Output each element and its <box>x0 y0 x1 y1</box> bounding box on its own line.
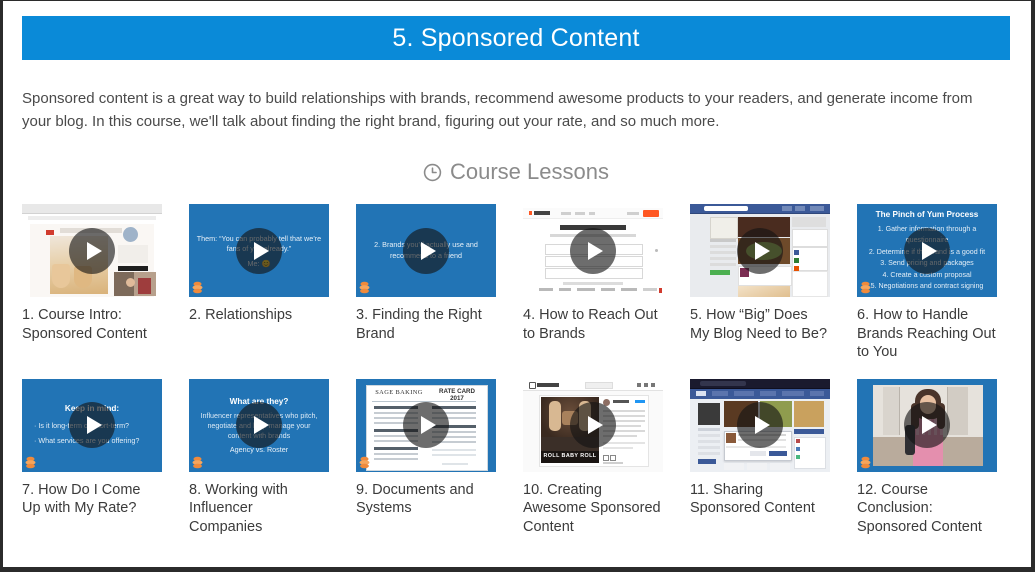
brand-watermark-icon <box>192 281 203 294</box>
play-button[interactable] <box>570 227 616 274</box>
lesson-thumbnail[interactable]: SAGE BAKING RATE CARD 2017 <box>356 378 496 472</box>
lesson-grid: 1. Course Intro: Sponsored Content Them:… <box>22 204 1010 536</box>
page-content: 5. Sponsored Content Sponsored content i… <box>22 16 1010 536</box>
lesson-card[interactable]: What are they? Influencer representative… <box>189 378 329 537</box>
play-triangle-icon <box>588 416 603 434</box>
lesson-title: 8. Working with Influencer Companies <box>189 481 288 535</box>
lesson-thumbnail[interactable] <box>523 204 663 297</box>
lesson-card[interactable]: 1. Course Intro: Sponsored Content <box>22 204 162 362</box>
course-lessons-heading: Course Lessons <box>22 161 1010 183</box>
lesson-title: 3. Finding the Right Brand <box>356 307 482 342</box>
play-button[interactable] <box>403 227 449 274</box>
course-page: 5. Sponsored Content Sponsored content i… <box>0 0 1035 572</box>
lesson-card[interactable]: Keep in mind: · Is it long-term or short… <box>22 378 162 537</box>
lesson-card[interactable]: 2. Brands you'd actually use and recomme… <box>356 204 496 362</box>
lesson-title: 1. Course Intro: Sponsored Content <box>22 307 147 342</box>
play-triangle-icon <box>755 416 770 434</box>
brand-watermark-icon <box>359 281 370 294</box>
lesson-title: 11. Sharing Sponsored Content <box>690 481 815 517</box>
brand-watermark-icon <box>860 281 871 294</box>
lesson-thumbnail[interactable] <box>690 204 830 297</box>
lesson-title: 2. Relationships <box>189 307 293 323</box>
lesson-title: 6. How to Handle Brands Reaching Out to … <box>857 307 996 360</box>
play-button[interactable] <box>737 402 783 448</box>
lesson-title: 12. Course Conclusion: Sponsored Content <box>857 481 982 535</box>
lesson-card[interactable]: 5. How “Big” Does My Blog Need to Be? <box>690 204 830 362</box>
overlay-caption: ROLL BABY ROLL <box>543 452 597 459</box>
play-button[interactable] <box>403 402 449 448</box>
lesson-card[interactable]: 4. How to Reach Out to Brands <box>523 204 663 362</box>
brand-watermark-icon <box>860 456 871 468</box>
play-triangle-icon <box>87 416 102 434</box>
course-description: Sponsored content is a great way to buil… <box>22 90 973 130</box>
lesson-card[interactable]: 12. Course Conclusion: Sponsored Content <box>857 378 997 537</box>
play-button[interactable] <box>69 402 115 448</box>
lesson-thumbnail[interactable] <box>22 204 162 297</box>
lesson-thumbnail[interactable]: Keep in mind: · Is it long-term or short… <box>22 378 162 472</box>
brand-watermark-icon <box>359 456 370 468</box>
lesson-card[interactable]: 11. Sharing Sponsored Content <box>690 378 830 537</box>
play-triangle-icon <box>87 241 102 260</box>
play-button[interactable] <box>236 227 282 274</box>
page-title: 5. Sponsored Content <box>392 23 640 52</box>
lesson-card[interactable]: SAGE BAKING RATE CARD 2017 9. Documents … <box>356 378 496 537</box>
lesson-thumbnail[interactable] <box>690 378 830 472</box>
play-triangle-icon <box>755 241 770 260</box>
play-button[interactable] <box>904 402 950 448</box>
play-triangle-icon <box>254 241 269 260</box>
play-button[interactable] <box>737 227 783 274</box>
clock-icon <box>423 163 442 182</box>
lesson-title: 7. How Do I Come Up with My Rate? <box>22 481 141 517</box>
play-button[interactable] <box>570 402 616 448</box>
doc-title: SAGE BAKING <box>375 388 423 396</box>
lesson-card[interactable]: Them: “You can probably tell that we’re … <box>189 204 329 362</box>
play-triangle-icon <box>922 416 937 434</box>
lesson-thumbnail[interactable]: The Pinch of Yum Process 1. Gather infor… <box>857 204 997 297</box>
section-title: Course Lessons <box>450 159 609 184</box>
slide-title: The Pinch of Yum Process <box>875 209 979 219</box>
lesson-title: 5. How “Big” Does My Blog Need to Be? <box>690 307 828 342</box>
lesson-thumbnail[interactable]: 2. Brands you'd actually use and recomme… <box>356 204 496 297</box>
play-triangle-icon <box>421 241 436 260</box>
slide-step: 5. Negotiations and contract signing <box>870 282 984 290</box>
brand-watermark-icon <box>192 456 203 468</box>
brand-watermark-icon <box>25 456 36 468</box>
course-header-banner: 5. Sponsored Content <box>22 16 1010 60</box>
lesson-thumbnail[interactable]: Them: “You can probably tell that we’re … <box>189 204 329 297</box>
play-triangle-icon <box>588 241 603 260</box>
play-button[interactable] <box>904 227 950 274</box>
play-triangle-icon <box>254 416 269 434</box>
lesson-card[interactable]: ROLL BABY ROLL 10. Creating Awesome Spon… <box>523 378 663 537</box>
lesson-thumbnail[interactable]: ROLL BABY ROLL <box>523 378 663 472</box>
lesson-title: 4. How to Reach Out to Brands <box>523 307 658 342</box>
lesson-thumbnail[interactable] <box>857 378 997 472</box>
play-triangle-icon <box>922 241 937 260</box>
lesson-thumbnail[interactable]: What are they? Influencer representative… <box>189 378 329 472</box>
play-button[interactable] <box>236 402 282 448</box>
lesson-title: 9. Documents and Systems <box>356 481 474 517</box>
lesson-title: 10. Creating Awesome Sponsored Content <box>523 481 661 535</box>
browser-chrome-bar <box>22 204 162 214</box>
play-triangle-icon <box>421 416 436 434</box>
lesson-card[interactable]: The Pinch of Yum Process 1. Gather infor… <box>857 204 997 362</box>
play-button[interactable] <box>69 227 115 274</box>
